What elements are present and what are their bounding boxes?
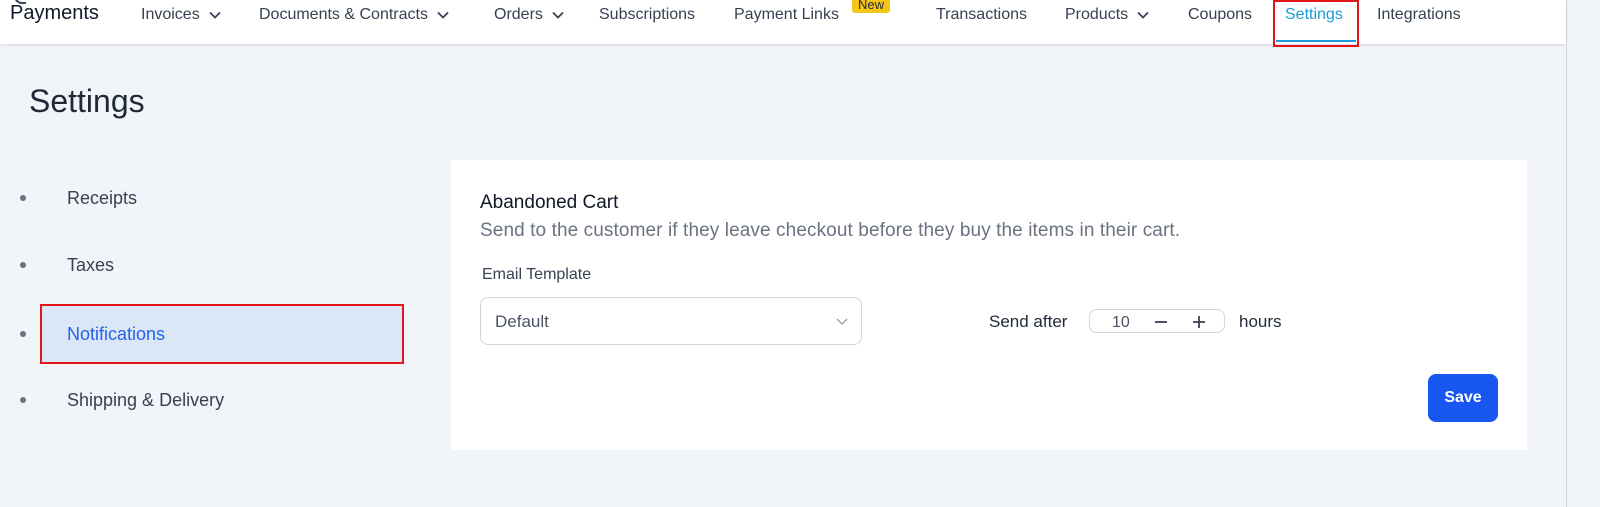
nav-payment-links[interactable]: Payment Links — [734, 5, 839, 25]
new-badge: New — [852, 0, 891, 13]
settings-highlight-box — [1273, 0, 1359, 47]
nav-transactions-label: Transactions — [936, 6, 1027, 23]
sidebar-item-label: Notifications — [67, 323, 166, 344]
nav-products-label: Products — [1065, 6, 1129, 23]
panel-description: Send to the customer if they leave check… — [480, 220, 1181, 241]
chevron-down-icon — [209, 11, 221, 19]
send-after-label: Send after — [989, 312, 1068, 331]
nav-coupons[interactable]: Coupons — [1188, 5, 1252, 25]
bullet-icon — [20, 331, 26, 337]
send-after-value[interactable]: 10 — [1112, 314, 1130, 332]
nav-subscriptions-label: Subscriptions — [599, 6, 696, 23]
sidebar-item-label: Shipping & Delivery — [67, 389, 225, 410]
chevron-down-icon — [552, 11, 564, 19]
bullet-icon — [20, 195, 26, 201]
nav-integrations-label: Integrations — [1377, 6, 1461, 23]
email-template-value: Default — [495, 312, 549, 331]
bullet-icon — [20, 397, 26, 403]
minus-icon[interactable] — [1152, 313, 1170, 331]
nav-coupons-label: Coupons — [1188, 6, 1253, 23]
nav-orders-label: Orders — [494, 6, 543, 23]
nav-orders[interactable]: Orders — [494, 5, 565, 25]
nav-products[interactable]: Products — [1065, 5, 1150, 25]
sidebar-item-label: Taxes — [67, 254, 115, 275]
nav-invoices[interactable]: Invoices — [141, 5, 222, 25]
plus-icon[interactable] — [1190, 313, 1208, 331]
top-navbar: Payments Invoices Documents & Contracts … — [0, 0, 1566, 47]
nav-documents-contracts-label: Documents & Contracts — [259, 6, 428, 23]
sidebar-item-shipping-delivery[interactable]: Shipping & Delivery — [0, 370, 404, 430]
bullet-icon — [20, 262, 26, 268]
nav-invoices-label: Invoices — [141, 6, 200, 23]
email-template-select[interactable]: Default — [480, 297, 862, 345]
chevron-down-icon — [836, 318, 848, 325]
chevron-down-icon — [437, 11, 449, 19]
sidebar-item-taxes[interactable]: Taxes — [0, 235, 404, 295]
nav-integrations[interactable]: Integrations — [1377, 5, 1461, 25]
email-template-label: Email Template — [482, 266, 592, 283]
sidebar-item-receipts[interactable]: Receipts — [0, 168, 404, 228]
sidebar-item-notifications[interactable]: Notifications — [0, 304, 404, 364]
nav-payment-links-label: Payment Links — [734, 6, 839, 23]
send-after-unit: hours — [1239, 312, 1282, 331]
panel-title: Abandoned Cart — [480, 192, 619, 213]
nav-transactions[interactable]: Transactions — [936, 5, 1027, 25]
scrollbar-edge — [1566, 0, 1567, 507]
page-title: Settings — [29, 83, 145, 119]
send-after-stepper[interactable]: 10 — [1089, 309, 1225, 333]
sidebar-item-label: Receipts — [67, 187, 138, 208]
save-button[interactable]: Save — [1428, 374, 1498, 422]
abandoned-cart-panel: Abandoned Cart Send to the customer if t… — [451, 160, 1527, 450]
nav-subscriptions[interactable]: Subscriptions — [599, 5, 695, 25]
nav-documents-contracts[interactable]: Documents & Contracts — [259, 5, 450, 25]
chevron-down-icon — [1137, 11, 1149, 19]
brand-name: Payments — [10, 2, 99, 24]
